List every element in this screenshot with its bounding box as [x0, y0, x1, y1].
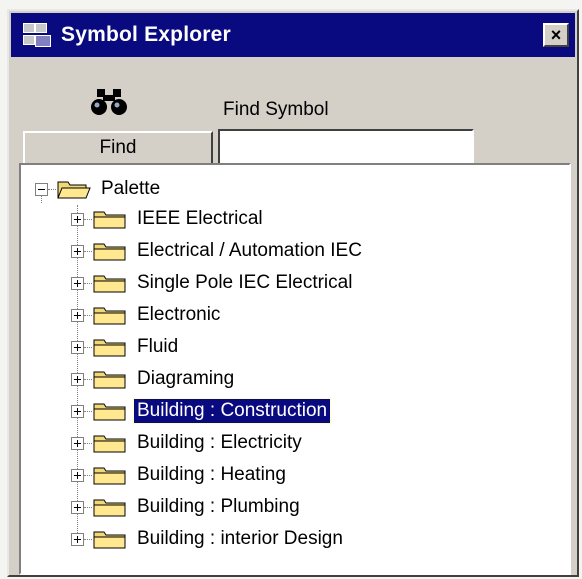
expand-icon[interactable] [71, 308, 84, 322]
folder-icon [93, 403, 126, 421]
symbol-explorer-window: Symbol Explorer × Find Symbol Find Palet… [7, 9, 579, 577]
folder-icon [93, 371, 126, 389]
expand-icon[interactable] [71, 244, 84, 258]
folder-icon [93, 211, 126, 229]
find-button[interactable]: Find [23, 131, 213, 165]
tree-root-palette[interactable]: Palette [35, 175, 163, 203]
expand-icon[interactable] [71, 404, 84, 418]
tree-item-label: Building : Heating [137, 464, 286, 485]
folder-icon [93, 339, 126, 357]
tree-item[interactable]: Building : Construction [71, 397, 332, 425]
symbol-explorer-app-icon [21, 21, 53, 49]
expand-icon[interactable] [71, 340, 84, 354]
expand-icon[interactable] [71, 500, 84, 514]
tree-item[interactable]: Building : Plumbing [71, 493, 303, 521]
expand-icon[interactable] [71, 532, 84, 546]
expand-icon[interactable] [71, 212, 84, 226]
close-icon: × [550, 25, 562, 45]
folder-icon [93, 275, 126, 293]
find-symbol-input[interactable] [218, 129, 474, 167]
find-symbol-label: Find Symbol [223, 99, 329, 120]
folder-icon [93, 467, 126, 485]
find-toolbar: Find Symbol Find [11, 59, 575, 167]
open-folder-icon [57, 181, 91, 199]
expand-icon[interactable] [71, 436, 84, 450]
palette-tree[interactable]: Palette IEEE Electrical Electrical / Auto… [19, 163, 571, 575]
tree-item-label: IEEE Electrical [137, 208, 263, 229]
tree-item[interactable]: IEEE Electrical [71, 205, 266, 233]
tree-item-label: Building : Construction [132, 398, 332, 424]
folder-icon [93, 531, 126, 549]
folder-icon [93, 435, 126, 453]
tree-item[interactable]: Electronic [71, 301, 223, 329]
tree-item[interactable]: Electrical / Automation IEC [71, 237, 365, 265]
expand-icon[interactable] [71, 276, 84, 290]
folder-icon [93, 243, 126, 261]
tree-item-label: Electronic [137, 304, 221, 325]
tree-item[interactable]: Building : Electricity [71, 429, 305, 457]
title-bar[interactable]: Symbol Explorer × [11, 13, 575, 57]
tree-item-label: Diagraming [137, 368, 235, 389]
tree-item-label: Building : Plumbing [137, 496, 300, 517]
folder-icon [93, 499, 126, 517]
tree-item[interactable]: Building : interior Design [71, 525, 346, 553]
tree-item-label: Building : interior Design [137, 528, 343, 549]
expand-icon[interactable] [71, 468, 84, 482]
expand-icon[interactable] [71, 372, 84, 386]
tree-item[interactable]: Single Pole IEC Electrical [71, 269, 355, 297]
tree-item-label: Building : Electricity [137, 432, 302, 453]
tree-item-label: Electrical / Automation IEC [137, 240, 362, 261]
tree-item[interactable]: Diagraming [71, 365, 237, 393]
tree-item[interactable]: Fluid [71, 333, 181, 361]
folder-icon [93, 307, 126, 325]
binoculars-icon [91, 89, 127, 115]
tree-item-label: Single Pole IEC Electrical [137, 272, 353, 293]
close-button[interactable]: × [543, 23, 569, 47]
tree-item[interactable]: Building : Heating [71, 461, 289, 489]
tree-item-label: Fluid [137, 336, 179, 357]
collapse-icon[interactable] [35, 182, 48, 196]
tree-root-label: Palette [101, 178, 161, 199]
window-title: Symbol Explorer [61, 23, 231, 46]
